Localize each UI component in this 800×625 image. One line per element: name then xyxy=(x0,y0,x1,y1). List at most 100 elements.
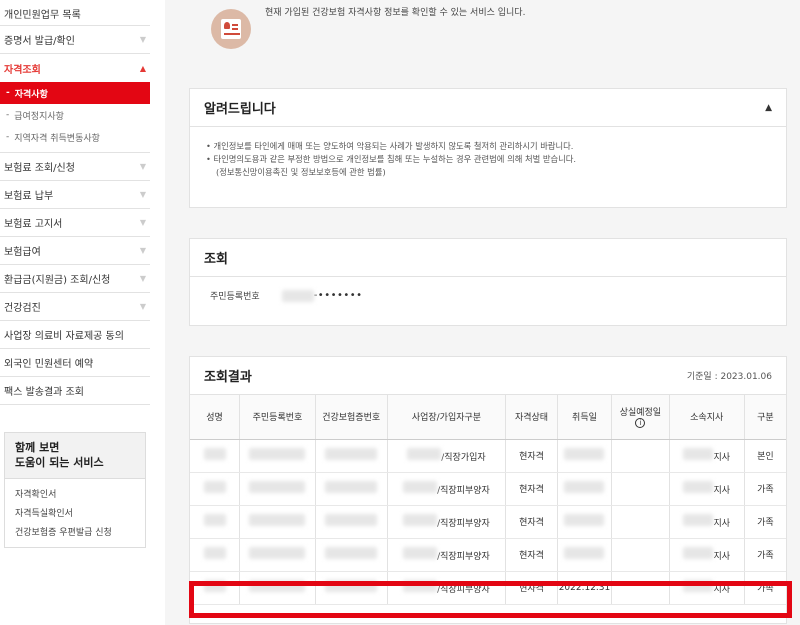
lookup-panel: 조회 주민등록번호 -••••••• xyxy=(189,238,787,326)
service-link-qualification-history[interactable]: 자격득실확인서 xyxy=(5,503,145,522)
service-link-card-mail[interactable]: 건강보험증 우편발급 신청 xyxy=(5,522,145,541)
col-header-rrn: 주민등록번호 xyxy=(239,395,316,440)
sidebar-item-premium-inquiry[interactable]: 보험료 조회/신청 ▼ xyxy=(0,153,150,181)
sidebar-item-label: 사업장 의료비 자료제공 동의 xyxy=(4,331,124,342)
col-header-branch: 소속지사 xyxy=(669,395,745,440)
kind-cell: 가족 xyxy=(744,505,786,539)
branch-suffix: 지사 xyxy=(713,453,730,463)
col-header-card-number: 건강보험증번호 xyxy=(315,395,388,440)
status-cell: 현자격 xyxy=(505,439,558,473)
col-header-kind: 구분 xyxy=(744,395,786,440)
sidebar-item-premium-payment[interactable]: 보험료 납부 ▼ xyxy=(0,181,150,209)
sidebar-item-certificate[interactable]: 증명서 발급/확인 ▼ xyxy=(0,26,150,54)
sidebar: 개인민원업무 목록 증명서 발급/확인 ▼ 자격조회 ▲ - 자격사항 - 급여정지… xyxy=(0,0,150,625)
workplace-type: /직장피부양자 xyxy=(437,519,490,529)
kind-cell: 본인 xyxy=(744,439,786,473)
sidebar-item-label: 증명서 발급/확인 xyxy=(4,36,75,47)
related-services-title-line2: 도움이 되는 서비스 xyxy=(15,456,104,469)
dash-icon: - xyxy=(6,110,10,120)
status-cell: 현자격 xyxy=(505,538,558,572)
service-link-qualification-cert[interactable]: 자격확인서 xyxy=(5,484,145,503)
branch-suffix: 지사 xyxy=(713,486,730,496)
sidebar-item-refund[interactable]: 환급금(지원금) 조회/신청 ▼ xyxy=(0,265,150,293)
workplace-redacted xyxy=(403,547,438,559)
sidebar-item-label: 외국인 민원센터 예약 xyxy=(4,359,94,370)
loss-date-cell xyxy=(611,439,670,473)
table-row: /직장가입자 현자격 지사 본인 xyxy=(190,439,786,473)
highlight-box xyxy=(189,581,792,618)
rrn-redacted xyxy=(249,514,306,526)
dash-icon: - xyxy=(6,132,10,142)
chevron-up-icon: ▲ xyxy=(139,63,146,73)
col-header-loss-date: 상실예정일 i xyxy=(611,395,670,440)
sidebar-item-foreigner-center[interactable]: 외국인 민원센터 예약 xyxy=(0,349,150,377)
intro-text: 현재 가입된 건강보험 자격사항 정보를 확인할 수 있는 서비스 입니다. xyxy=(265,7,526,18)
sidebar-subitem-regional-changes[interactable]: - 지역자격 취득변동사항 xyxy=(0,126,150,148)
dash-icon: - xyxy=(6,88,10,98)
sidebar-item-label: 팩스 발송결과 조회 xyxy=(4,387,84,398)
related-services-title: 함께 보면 도움이 되는 서비스 xyxy=(5,433,145,479)
lookup-header: 조회 xyxy=(190,239,786,277)
sidebar-item-benefits[interactable]: 보험급여 ▼ xyxy=(0,237,150,265)
name-redacted xyxy=(203,547,226,559)
loss-date-cell xyxy=(611,472,670,506)
notice-item-sub: (정보통신망이용촉진 및 정보보호등에 관한 법률) xyxy=(216,167,386,177)
sidebar-subitem-qualification-details[interactable]: - 자격사항 xyxy=(0,82,150,104)
table-row: /직장피부양자 현자격 지사 가족 xyxy=(190,538,786,572)
col-header-name: 성명 xyxy=(190,395,241,440)
sidebar-top-link[interactable]: 개인민원업무 목록 xyxy=(0,0,150,26)
info-icon[interactable]: i xyxy=(635,418,646,429)
col-header-loss-date-label: 상실예정일 xyxy=(619,408,662,419)
collapse-icon[interactable]: ▲ xyxy=(765,103,772,113)
sidebar-subitem-label: 지역자격 취득변동사항 xyxy=(14,133,100,144)
table-header-row: 성명 주민등록번호 건강보험증번호 사업장/가입자구분 자격상태 취득일 상실예… xyxy=(190,395,786,440)
branch-suffix: 지사 xyxy=(713,552,730,562)
sidebar-item-checkup[interactable]: 건강검진 ▼ xyxy=(0,293,150,321)
workplace-redacted xyxy=(403,514,438,526)
base-date: 기준일 : 2023.01.06 xyxy=(686,372,772,382)
workplace-redacted xyxy=(403,481,438,493)
chevron-down-icon: ▼ xyxy=(139,162,146,171)
rrn-redacted xyxy=(249,547,306,559)
branch-redacted xyxy=(683,481,714,493)
sidebar-item-qualification[interactable]: 자격조회 ▲ xyxy=(0,54,150,82)
sidebar-item-label: 보험료 고지서 xyxy=(4,219,63,230)
main-content: 현재 가입된 건강보험 자격사항 정보를 확인할 수 있는 서비스 입니다. 알… xyxy=(165,0,800,625)
sidebar-item-fax-result[interactable]: 팩스 발송결과 조회 xyxy=(0,377,150,405)
workplace-redacted xyxy=(407,448,442,460)
sidebar-item-premium-notice[interactable]: 보험료 고지서 ▼ xyxy=(0,209,150,237)
acq-date-redacted xyxy=(564,547,605,559)
acq-date-redacted xyxy=(564,481,605,493)
col-header-acq-date: 취득일 xyxy=(557,395,613,440)
rrn-front-redacted xyxy=(281,289,314,302)
sidebar-item-medical-data-consent[interactable]: 사업장 의료비 자료제공 동의 xyxy=(0,321,150,349)
col-header-workplace-type: 사업장/가입자구분 xyxy=(387,395,507,440)
chevron-down-icon: ▼ xyxy=(139,246,146,255)
chevron-down-icon: ▼ xyxy=(139,274,146,283)
notice-header[interactable]: 알려드립니다 ▲ xyxy=(190,89,786,127)
rrn-masked-value: -••••••• xyxy=(313,290,363,301)
sidebar-subitem-benefit-suspension[interactable]: - 급여정지사항 xyxy=(0,104,150,126)
branch-suffix: 지사 xyxy=(713,519,730,529)
rrn-redacted xyxy=(249,448,306,460)
notice-item: 타인명의도용과 같은 부정한 방법으로 개인정보를 침해 또는 누설하는 경우 … xyxy=(206,153,772,166)
chevron-down-icon: ▼ xyxy=(139,35,146,44)
loss-date-cell xyxy=(611,538,670,572)
branch-redacted xyxy=(683,514,714,526)
sidebar-item-label: 자격조회 xyxy=(4,64,41,76)
card-number-redacted xyxy=(325,481,378,493)
sidebar-item-label: 보험료 납부 xyxy=(4,191,54,202)
branch-redacted xyxy=(683,448,714,460)
name-redacted xyxy=(203,514,226,526)
sidebar-item-label: 환급금(지원금) 조회/신청 xyxy=(4,275,111,286)
card-number-redacted xyxy=(325,514,378,526)
rrn-label: 주민등록번호 xyxy=(210,292,260,302)
notice-title: 알려드립니다 xyxy=(204,102,276,117)
intro-banner: 현재 가입된 건강보험 자격사항 정보를 확인할 수 있는 서비스 입니다. xyxy=(189,0,787,58)
sidebar-submenu: - 자격사항 - 급여정지사항 - 지역자격 취득변동사항 xyxy=(0,82,150,153)
workplace-type: /직장피부양자 xyxy=(437,552,490,562)
lookup-title: 조회 xyxy=(204,252,228,267)
branch-redacted xyxy=(683,547,714,559)
sidebar-item-label: 보험급여 xyxy=(4,247,41,258)
acq-date-redacted xyxy=(564,448,605,460)
